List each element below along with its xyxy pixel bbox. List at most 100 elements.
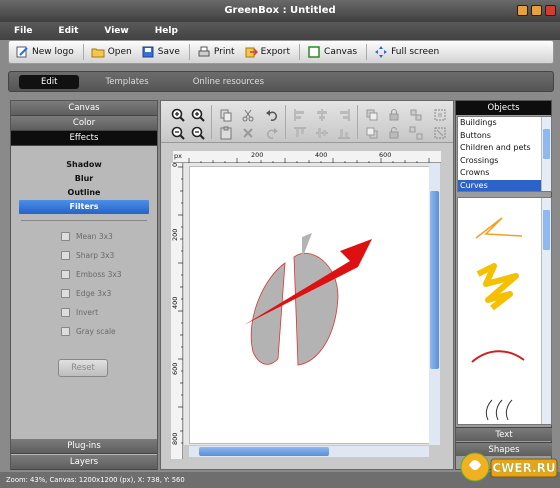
align-middle-icon[interactable] — [315, 126, 329, 140]
list-scrollbar[interactable] — [541, 117, 551, 191]
zoom-in-icon[interactable] — [171, 108, 185, 122]
checkbox[interactable] — [61, 289, 70, 298]
ungroup-icon[interactable] — [409, 126, 423, 140]
paste-icon[interactable] — [219, 126, 233, 140]
filter-label: Mean 3x3 — [76, 232, 113, 241]
filter-emboss[interactable]: Emboss 3x3 — [61, 265, 157, 284]
list-item[interactable]: Buttons — [458, 130, 551, 143]
filter-edge[interactable]: Edge 3x3 — [61, 284, 157, 303]
effect-outline[interactable]: Outline — [19, 186, 149, 200]
filter-label: Gray scale — [76, 327, 116, 336]
copy-icon[interactable] — [219, 108, 233, 122]
section-canvas[interactable]: Canvas — [11, 101, 157, 116]
fullscreen-icon — [375, 46, 388, 58]
select-region-icon[interactable] — [433, 108, 447, 122]
list-item-selected[interactable]: Curves — [458, 179, 551, 191]
effect-blur[interactable]: Blur — [19, 172, 149, 186]
scroll-thumb[interactable] — [430, 191, 439, 369]
curve-shape-2[interactable] — [476, 263, 519, 311]
filter-label: Invert — [76, 308, 99, 317]
gallery-scrollbar[interactable] — [541, 198, 551, 424]
tab-templates[interactable]: Templates — [87, 75, 166, 89]
divider — [21, 220, 147, 221]
checkbox[interactable] — [61, 308, 70, 317]
export-button[interactable]: Export — [244, 45, 290, 59]
checkbox[interactable] — [61, 270, 70, 279]
filter-gray-scale[interactable]: Gray scale — [61, 322, 157, 341]
ruler-ticks-left — [178, 166, 183, 444]
scroll-thumb[interactable] — [543, 210, 550, 250]
align-bottom-icon[interactable] — [337, 126, 351, 140]
menu-file[interactable]: File — [14, 22, 32, 40]
maximize-button[interactable] — [531, 5, 542, 16]
window-title: GreenBox : Untitled — [224, 5, 336, 16]
ruler-tick-label: 800 — [171, 432, 179, 445]
section-text[interactable]: Text — [456, 427, 552, 441]
checkbox[interactable] — [61, 251, 70, 260]
section-effects[interactable]: Effects — [11, 131, 157, 146]
menu-edit[interactable]: Edit — [58, 22, 78, 40]
section-color[interactable]: Color — [11, 116, 157, 131]
group-icon[interactable] — [409, 108, 423, 122]
close-button[interactable] — [545, 5, 556, 16]
effect-filters[interactable]: Filters — [19, 200, 149, 214]
ruler-tick-label: 200 — [171, 228, 179, 241]
vertical-scrollbar[interactable] — [429, 163, 440, 445]
align-center-icon[interactable] — [315, 108, 329, 122]
zoom-actual-icon[interactable] — [191, 126, 205, 140]
crop-icon[interactable] — [433, 126, 447, 140]
scroll-thumb[interactable] — [199, 447, 329, 456]
lock-icon[interactable] — [387, 108, 401, 122]
right-panel: Objects Buildings Buttons Children and p… — [455, 100, 552, 470]
ruler-tick-label: 600 — [379, 151, 392, 159]
open-button[interactable]: Open — [91, 45, 132, 59]
undo-icon[interactable] — [265, 108, 279, 122]
print-button[interactable]: Print — [197, 45, 235, 59]
list-item[interactable]: Buildings — [458, 117, 551, 130]
section-layers[interactable]: Layers — [11, 455, 157, 470]
new-logo-button[interactable]: New logo — [15, 45, 74, 59]
list-item[interactable]: Crowns — [458, 167, 551, 180]
section-plug-ins[interactable]: Plug-ins — [11, 439, 157, 454]
align-left-icon[interactable] — [293, 108, 307, 122]
zoom-out-icon[interactable] — [171, 126, 185, 140]
align-right-icon[interactable] — [337, 108, 351, 122]
logo-canvas[interactable] — [189, 166, 434, 444]
logo-shape-left[interactable] — [250, 262, 286, 365]
checkbox[interactable] — [61, 327, 70, 336]
redo-icon[interactable] — [265, 126, 279, 140]
minimize-button[interactable] — [517, 5, 528, 16]
list-item[interactable]: Children and pets — [458, 142, 551, 155]
reset-button[interactable]: Reset — [58, 359, 108, 377]
objects-header[interactable]: Objects — [456, 101, 551, 115]
fullscreen-button[interactable]: Full screen — [374, 45, 439, 59]
horizontal-scrollbar[interactable] — [189, 446, 429, 457]
curve-shape-1[interactable] — [475, 217, 523, 239]
scroll-thumb[interactable] — [543, 129, 550, 159]
filter-sharp[interactable]: Sharp 3x3 — [61, 246, 157, 265]
curve-shape-4[interactable] — [485, 399, 513, 421]
list-item[interactable]: Crossings — [458, 155, 551, 168]
send-back-icon[interactable] — [365, 126, 379, 140]
delete-icon[interactable] — [241, 126, 255, 140]
tab-edit[interactable]: Edit — [19, 74, 80, 89]
canvas-button[interactable]: Canvas — [307, 45, 357, 59]
logo-shape-right[interactable] — [293, 252, 339, 366]
curve-shape-3[interactable] — [471, 350, 525, 363]
filter-invert[interactable]: Invert — [61, 303, 157, 322]
tab-online-resources[interactable]: Online resources — [175, 75, 282, 89]
unlock-icon[interactable] — [387, 126, 401, 140]
filter-label: Edge 3x3 — [76, 289, 112, 298]
checkbox[interactable] — [61, 232, 70, 241]
cut-icon[interactable] — [241, 108, 255, 122]
menu-help[interactable]: Help — [155, 22, 178, 40]
toolbar-separator — [188, 44, 190, 60]
filter-mean[interactable]: Mean 3x3 — [61, 227, 157, 246]
save-button[interactable]: Save — [141, 45, 180, 59]
bring-front-icon[interactable] — [365, 108, 379, 122]
zoom-fit-icon[interactable] — [191, 108, 205, 122]
logo-artwork[interactable] — [190, 167, 435, 445]
effect-shadow[interactable]: Shadow — [19, 158, 149, 172]
align-top-icon[interactable] — [293, 126, 307, 140]
menu-view[interactable]: View — [104, 22, 128, 40]
